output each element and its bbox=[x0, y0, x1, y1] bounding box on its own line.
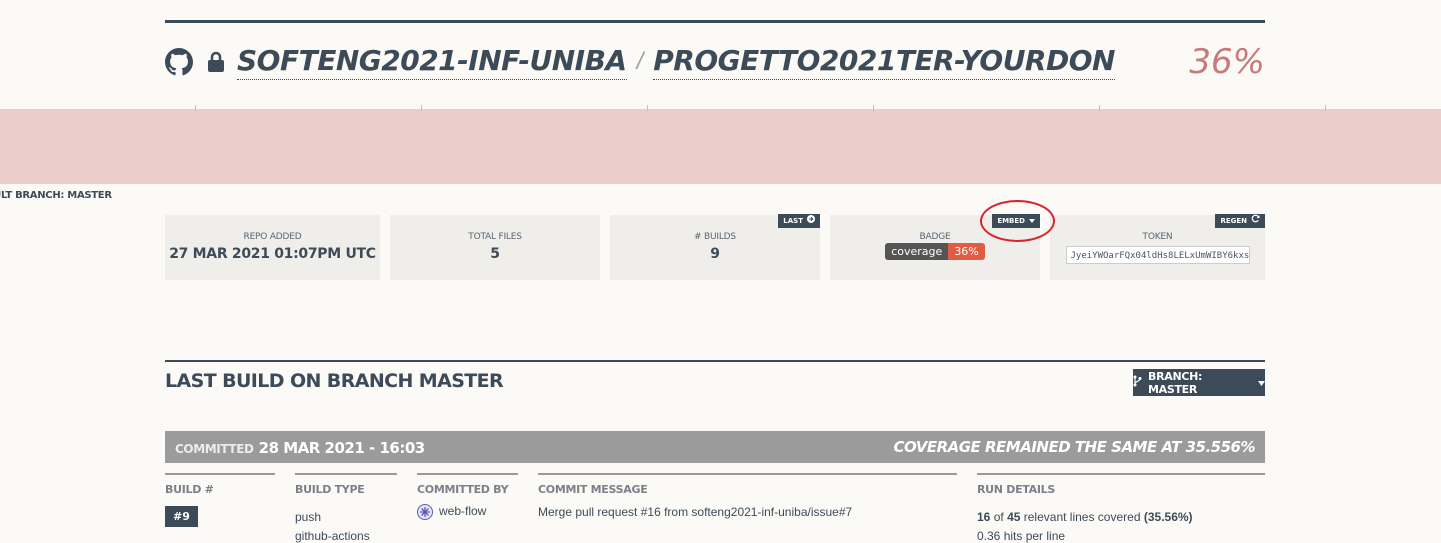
last-button-label: LAST bbox=[783, 217, 803, 225]
coverage-percent: 36% bbox=[1189, 42, 1265, 82]
stat-value: 9 bbox=[710, 246, 720, 262]
column-rule bbox=[977, 473, 1265, 475]
build-service-value: github-actions bbox=[295, 529, 370, 543]
regen-button[interactable]: REGEN bbox=[1215, 214, 1265, 228]
col-build-type: BUILD TYPE push github-actions bbox=[295, 473, 397, 543]
column-rule bbox=[165, 473, 275, 475]
committed-label: COMMITTED bbox=[175, 441, 254, 456]
col-committed-by: COMMITTED BY web-flow bbox=[417, 473, 518, 520]
caret-down-icon bbox=[1258, 376, 1265, 389]
org-link[interactable]: SOFTENG2021-INF-UNIBA bbox=[237, 44, 627, 80]
coverage-badge[interactable]: coverage 36% bbox=[885, 243, 985, 260]
stat-token: REGEN TOKEN JyeiYWOarFQx04ldHs8LELxUmWIB… bbox=[1050, 214, 1265, 280]
arrow-right-circle-icon bbox=[807, 214, 815, 228]
col-commit-message: COMMIT MESSAGE Merge pull request #16 fr… bbox=[538, 473, 957, 519]
repo-link[interactable]: PROGETTO2021TER-YOURDON bbox=[653, 44, 1115, 80]
column-header: COMMITTED BY bbox=[417, 483, 509, 496]
build-type-value: push bbox=[295, 510, 322, 524]
branch-button-label: BRANCH: MASTER bbox=[1148, 369, 1203, 396]
avatar bbox=[417, 504, 433, 520]
chart-tick bbox=[195, 105, 196, 111]
col-run-details: RUN DETAILS 16 of 45 relevant lines cove… bbox=[977, 473, 1265, 543]
column-rule bbox=[295, 473, 397, 475]
committer: web-flow bbox=[417, 504, 518, 520]
chart-tick bbox=[421, 105, 422, 111]
stat-value: 5 bbox=[490, 246, 500, 262]
stat-label: # BUILDS bbox=[694, 232, 736, 242]
annotation-circle bbox=[980, 200, 1055, 242]
commit-info: COMMITTED 28 MAR 2021 - 16:03 bbox=[175, 438, 425, 457]
stat-value: 27 MAR 2021 01:07PM UTC bbox=[169, 246, 376, 262]
column-header: RUN DETAILS bbox=[977, 483, 1055, 496]
column-header: BUILD # bbox=[165, 483, 214, 496]
section-title: LAST BUILD ON BRANCH MASTER bbox=[165, 370, 504, 392]
column-header: BUILD TYPE bbox=[295, 483, 365, 496]
path-separator: / bbox=[636, 48, 644, 75]
last-build-button[interactable]: LAST bbox=[778, 214, 820, 228]
stat-builds: LAST # BUILDS 9 bbox=[610, 214, 820, 280]
stat-label: REPO ADDED bbox=[243, 232, 302, 242]
badge-right: 36% bbox=[948, 243, 985, 260]
stat-total-files: TOTAL FILES 5 bbox=[390, 215, 600, 280]
refresh-icon bbox=[1251, 214, 1260, 228]
lock-icon bbox=[207, 51, 225, 73]
stat-repo-added: REPO ADDED 27 MAR 2021 01:07PM UTC bbox=[165, 215, 380, 280]
github-icon[interactable] bbox=[165, 48, 193, 76]
coverage-status: COVERAGE REMAINED THE SAME AT 35.556% bbox=[893, 438, 1255, 456]
branch-icon bbox=[1133, 375, 1142, 390]
stat-label: TOKEN bbox=[1142, 232, 1173, 242]
default-branch-label: AULT BRANCH: MASTER bbox=[0, 190, 112, 201]
section-rule bbox=[165, 360, 1265, 362]
committer-name[interactable]: web-flow bbox=[439, 504, 486, 518]
chart-tick bbox=[1099, 105, 1100, 111]
commit-message[interactable]: Merge pull request #16 from softeng2021-… bbox=[538, 505, 957, 519]
coverage-chart-band bbox=[0, 109, 1441, 184]
column-rule bbox=[417, 473, 518, 475]
committed-date: 28 MAR 2021 - 16:03 bbox=[258, 438, 426, 457]
relevant-lines: 45 bbox=[1007, 510, 1021, 524]
column-header: COMMIT MESSAGE bbox=[538, 483, 648, 496]
hits-per-line: 0.36 hits per line bbox=[977, 529, 1066, 543]
token-field[interactable]: JyeiYWOarFQx04ldHs8LELxUmWIBY6kxs bbox=[1065, 246, 1250, 264]
regen-button-label: REGEN bbox=[1220, 217, 1247, 225]
covered-lines: 16 bbox=[977, 510, 991, 524]
badge-left: coverage bbox=[885, 243, 949, 260]
chart-tick bbox=[873, 105, 874, 111]
commit-bar: COMMITTED 28 MAR 2021 - 16:03 COVERAGE R… bbox=[165, 431, 1265, 463]
run-details-line: 16 of 45 relevant lines covered (35.56%) bbox=[977, 510, 1265, 524]
col-build: BUILD # #9 bbox=[165, 473, 275, 527]
header-rule bbox=[165, 20, 1265, 23]
build-number-link[interactable]: #9 bbox=[165, 506, 198, 527]
chart-tick bbox=[647, 105, 648, 111]
relevant-text: relevant lines covered bbox=[1023, 510, 1141, 524]
repo-header: SOFTENG2021-INF-UNIBA / PROGETTO2021TER-… bbox=[165, 40, 1265, 84]
covered-pct: (35.56%) bbox=[1143, 510, 1193, 524]
stat-label: TOTAL FILES bbox=[468, 232, 522, 242]
branch-dropdown[interactable]: BRANCH: MASTER bbox=[1133, 369, 1265, 396]
of-text: of bbox=[993, 510, 1004, 524]
column-rule bbox=[538, 473, 957, 475]
chart-tick bbox=[1325, 105, 1326, 111]
